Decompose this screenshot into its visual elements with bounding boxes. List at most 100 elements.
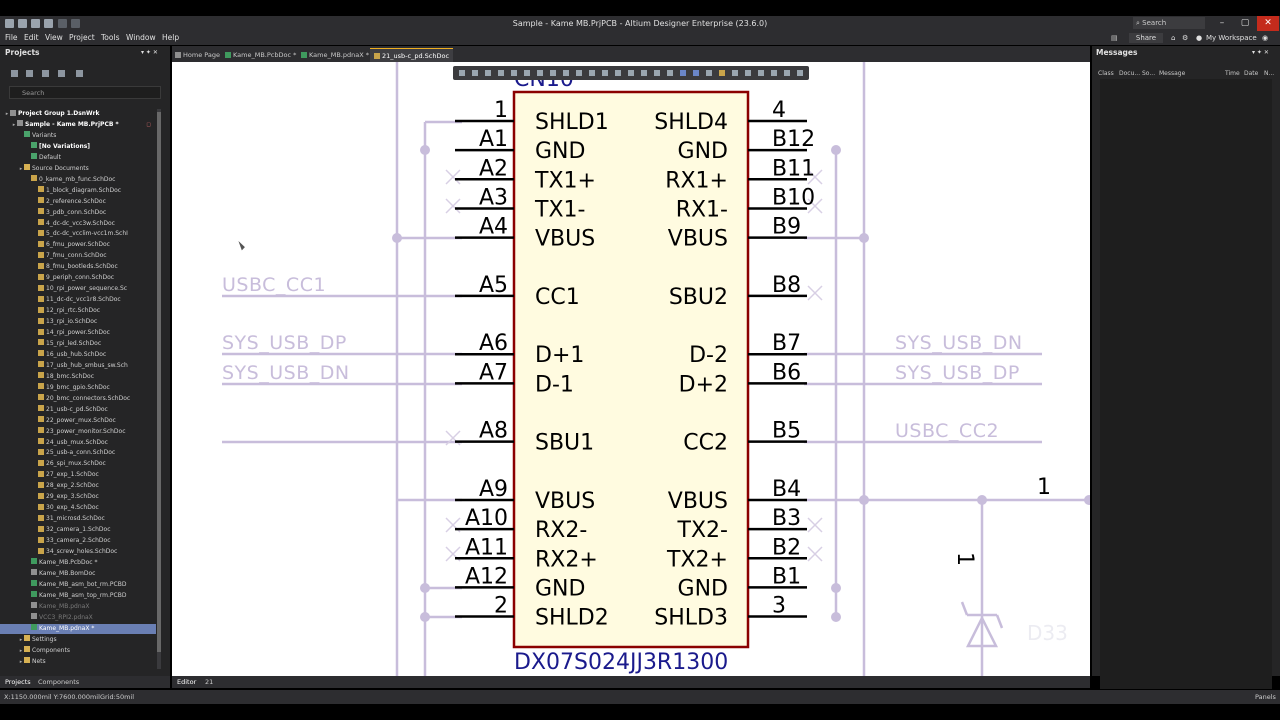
filter-icon[interactable] bbox=[459, 70, 465, 76]
tree-item[interactable]: ▸ Components bbox=[0, 646, 156, 656]
place-net-icon[interactable] bbox=[537, 70, 543, 76]
tree-item[interactable]: 9_periph_conn.SchDoc bbox=[0, 273, 156, 283]
tree-item[interactable]: Kame_MB.pdnaX◻ bbox=[0, 602, 156, 612]
tree-item[interactable]: 22_power_mux.SchDoc bbox=[0, 416, 156, 426]
net-label-sys-usb-dp-right[interactable]: SYS_USB_DP bbox=[895, 362, 1020, 384]
tree-item[interactable]: ▸ Project Group 1.DsnWrk bbox=[0, 109, 156, 119]
project-options-icon[interactable] bbox=[11, 70, 18, 77]
tab-schdoc[interactable]: 21_usb-c_pd.SchDoc bbox=[370, 48, 454, 63]
tab-home-page[interactable]: Home Page bbox=[175, 48, 220, 62]
menu-file[interactable]: File bbox=[5, 31, 18, 45]
place-note-icon[interactable] bbox=[719, 70, 725, 76]
comments-icon[interactable]: ▤ bbox=[1111, 31, 1118, 45]
place-directive-icon[interactable] bbox=[615, 70, 621, 76]
tree-item[interactable]: ▸ Source Documents bbox=[0, 164, 156, 174]
place-text-icon[interactable] bbox=[589, 70, 595, 76]
move-icon[interactable] bbox=[472, 70, 478, 76]
menu-project[interactable]: Project bbox=[69, 31, 95, 45]
tree-item[interactable]: 12_rpi_rtc.SchDoc bbox=[0, 306, 156, 316]
tree-item[interactable]: Default bbox=[0, 153, 156, 163]
tree-item[interactable]: VCC3_RPI2.pdnaX◻ bbox=[0, 613, 156, 623]
place-sheet-entry-icon[interactable] bbox=[771, 70, 777, 76]
tree-item[interactable]: 13_rpi_io.SchDoc bbox=[0, 317, 156, 327]
net-label-usbc-cc2[interactable]: USBC_CC2 bbox=[895, 420, 999, 442]
global-search-input[interactable]: ⌕ Search bbox=[1133, 17, 1205, 29]
tree-item[interactable]: 19_bmc_gpio.SchDoc bbox=[0, 383, 156, 393]
tree-item[interactable]: Kame_MB.BomDoc bbox=[0, 569, 156, 579]
tree-item[interactable]: 27_exp_1.SchDoc bbox=[0, 470, 156, 480]
net-label-usbc-cc1[interactable]: USBC_CC1 bbox=[222, 274, 326, 296]
menu-edit[interactable]: Edit bbox=[24, 31, 39, 45]
tree-item[interactable]: ▸ Nets bbox=[0, 657, 156, 667]
tree-item[interactable]: [No Variations] bbox=[0, 142, 156, 152]
user-avatar-icon[interactable]: ◉ bbox=[1262, 31, 1268, 45]
tree-item[interactable]: 21_usb-c_pd.SchDoc🗎 bbox=[0, 405, 156, 415]
col-message[interactable]: Message bbox=[1159, 70, 1185, 77]
place-part-icon[interactable] bbox=[576, 70, 582, 76]
messages-panel-menu-icon[interactable]: ▾ ✦ ✕ bbox=[1252, 46, 1269, 60]
share-button[interactable]: Share bbox=[1129, 33, 1163, 43]
net-label-sys-usb-dn-left[interactable]: SYS_USB_DN bbox=[222, 362, 350, 384]
place-bus-icon[interactable] bbox=[524, 70, 530, 76]
panel-menu-icon[interactable]: ▾ ✦ ✕ bbox=[141, 46, 158, 60]
tree-item[interactable]: 25_usb-a_conn.SchDoc bbox=[0, 448, 156, 458]
tree-item[interactable]: Kame_MB.PcbDoc *◻ bbox=[0, 558, 156, 568]
tree-item[interactable]: 5_dc-dc_vcclim-vcc1m.SchI bbox=[0, 229, 156, 239]
drawing-tools-icon[interactable] bbox=[758, 70, 764, 76]
tree-item[interactable]: 29_exp_3.SchDoc bbox=[0, 492, 156, 502]
tab-pdnax[interactable]: Kame_MB.pdnaX * bbox=[301, 48, 369, 62]
col-source[interactable]: So... bbox=[1142, 70, 1155, 77]
tree-item[interactable]: 28_exp_2.SchDoc bbox=[0, 481, 156, 491]
home-icon[interactable]: ⌂ bbox=[1171, 31, 1175, 45]
tree-item[interactable]: Kame_MB.pdnaX *◻ bbox=[0, 623, 156, 634]
place-harness-icon[interactable] bbox=[628, 70, 634, 76]
col-class[interactable]: Class bbox=[1098, 70, 1114, 77]
menu-view[interactable]: View bbox=[45, 31, 63, 45]
refresh-icon[interactable] bbox=[26, 70, 33, 77]
maximize-button[interactable]: ▢ bbox=[1234, 16, 1256, 31]
place-polygon-icon[interactable] bbox=[667, 70, 673, 76]
align-icon[interactable] bbox=[498, 70, 504, 76]
tree-item[interactable]: Kame_MB_asm_top_rm.PCBD bbox=[0, 591, 156, 601]
tree-item[interactable]: 26_spi_mux.SchDoc bbox=[0, 459, 156, 469]
tree-item[interactable]: 10_rpi_power_sequence.Sc bbox=[0, 284, 156, 294]
tab-pcbdoc[interactable]: Kame_MB.PcbDoc * bbox=[225, 48, 296, 62]
minimize-button[interactable]: – bbox=[1211, 16, 1233, 31]
place-sheet-icon[interactable] bbox=[602, 70, 608, 76]
tree-item[interactable]: 7_fmu_conn.SchDoc bbox=[0, 251, 156, 261]
col-number[interactable]: N... bbox=[1264, 70, 1274, 77]
col-document[interactable]: Docu... bbox=[1119, 70, 1140, 77]
tree-item[interactable]: 6_fmu_power.SchDoc bbox=[0, 240, 156, 250]
place-text-frame-icon[interactable] bbox=[706, 70, 712, 76]
tree-item[interactable]: 3_pdb_conn.SchDoc bbox=[0, 208, 156, 218]
tree-item[interactable]: 24_usb_mux.SchDoc bbox=[0, 438, 156, 448]
col-time[interactable]: Time bbox=[1225, 70, 1240, 77]
tab-projects[interactable]: Projects bbox=[5, 676, 31, 688]
tree-item[interactable]: 11_dc-dc_vcc1r8.SchDoc bbox=[0, 295, 156, 305]
place-image-icon[interactable] bbox=[732, 70, 738, 76]
col-date[interactable]: Date bbox=[1244, 70, 1258, 77]
tree-item[interactable]: 32_camera_1.SchDoc bbox=[0, 525, 156, 535]
gear-icon[interactable]: ⚙ bbox=[1182, 31, 1188, 45]
menu-tools[interactable]: Tools bbox=[101, 31, 119, 45]
more-icon[interactable] bbox=[797, 70, 803, 76]
tree-item[interactable]: 16_usb_hub.SchDoc bbox=[0, 350, 156, 360]
tree-item[interactable]: 34_screw_holes.SchDoc bbox=[0, 547, 156, 557]
place-port-2-icon[interactable] bbox=[693, 70, 699, 76]
place-arc-icon[interactable] bbox=[654, 70, 660, 76]
tree-item[interactable]: 0_kame_mb_func.SchDoc bbox=[0, 175, 156, 185]
tree-item[interactable]: 2_reference.SchDoc bbox=[0, 197, 156, 207]
place-param-icon[interactable] bbox=[745, 70, 751, 76]
tree-item[interactable]: ▸ Sample - Kame MB.PrjPCB * ◻ bbox=[0, 120, 156, 130]
tree-item[interactable]: 15_rpi_led.SchDoc bbox=[0, 339, 156, 349]
place-graphic-icon[interactable] bbox=[641, 70, 647, 76]
tree-item[interactable]: 1_block_diagram.SchDoc bbox=[0, 186, 156, 196]
tree-item[interactable]: 33_camera_2.SchDoc bbox=[0, 536, 156, 546]
messages-list[interactable] bbox=[1100, 79, 1272, 689]
close-button[interactable]: ✕ bbox=[1257, 16, 1279, 31]
editor-tab[interactable]: Editor bbox=[177, 676, 196, 688]
tree-item[interactable]: 8_fmu_bootleds.SchDoc bbox=[0, 262, 156, 272]
pin-tool-icon[interactable] bbox=[784, 70, 790, 76]
tree-item[interactable]: ▸ Settings bbox=[0, 635, 156, 645]
select-icon[interactable] bbox=[485, 70, 491, 76]
